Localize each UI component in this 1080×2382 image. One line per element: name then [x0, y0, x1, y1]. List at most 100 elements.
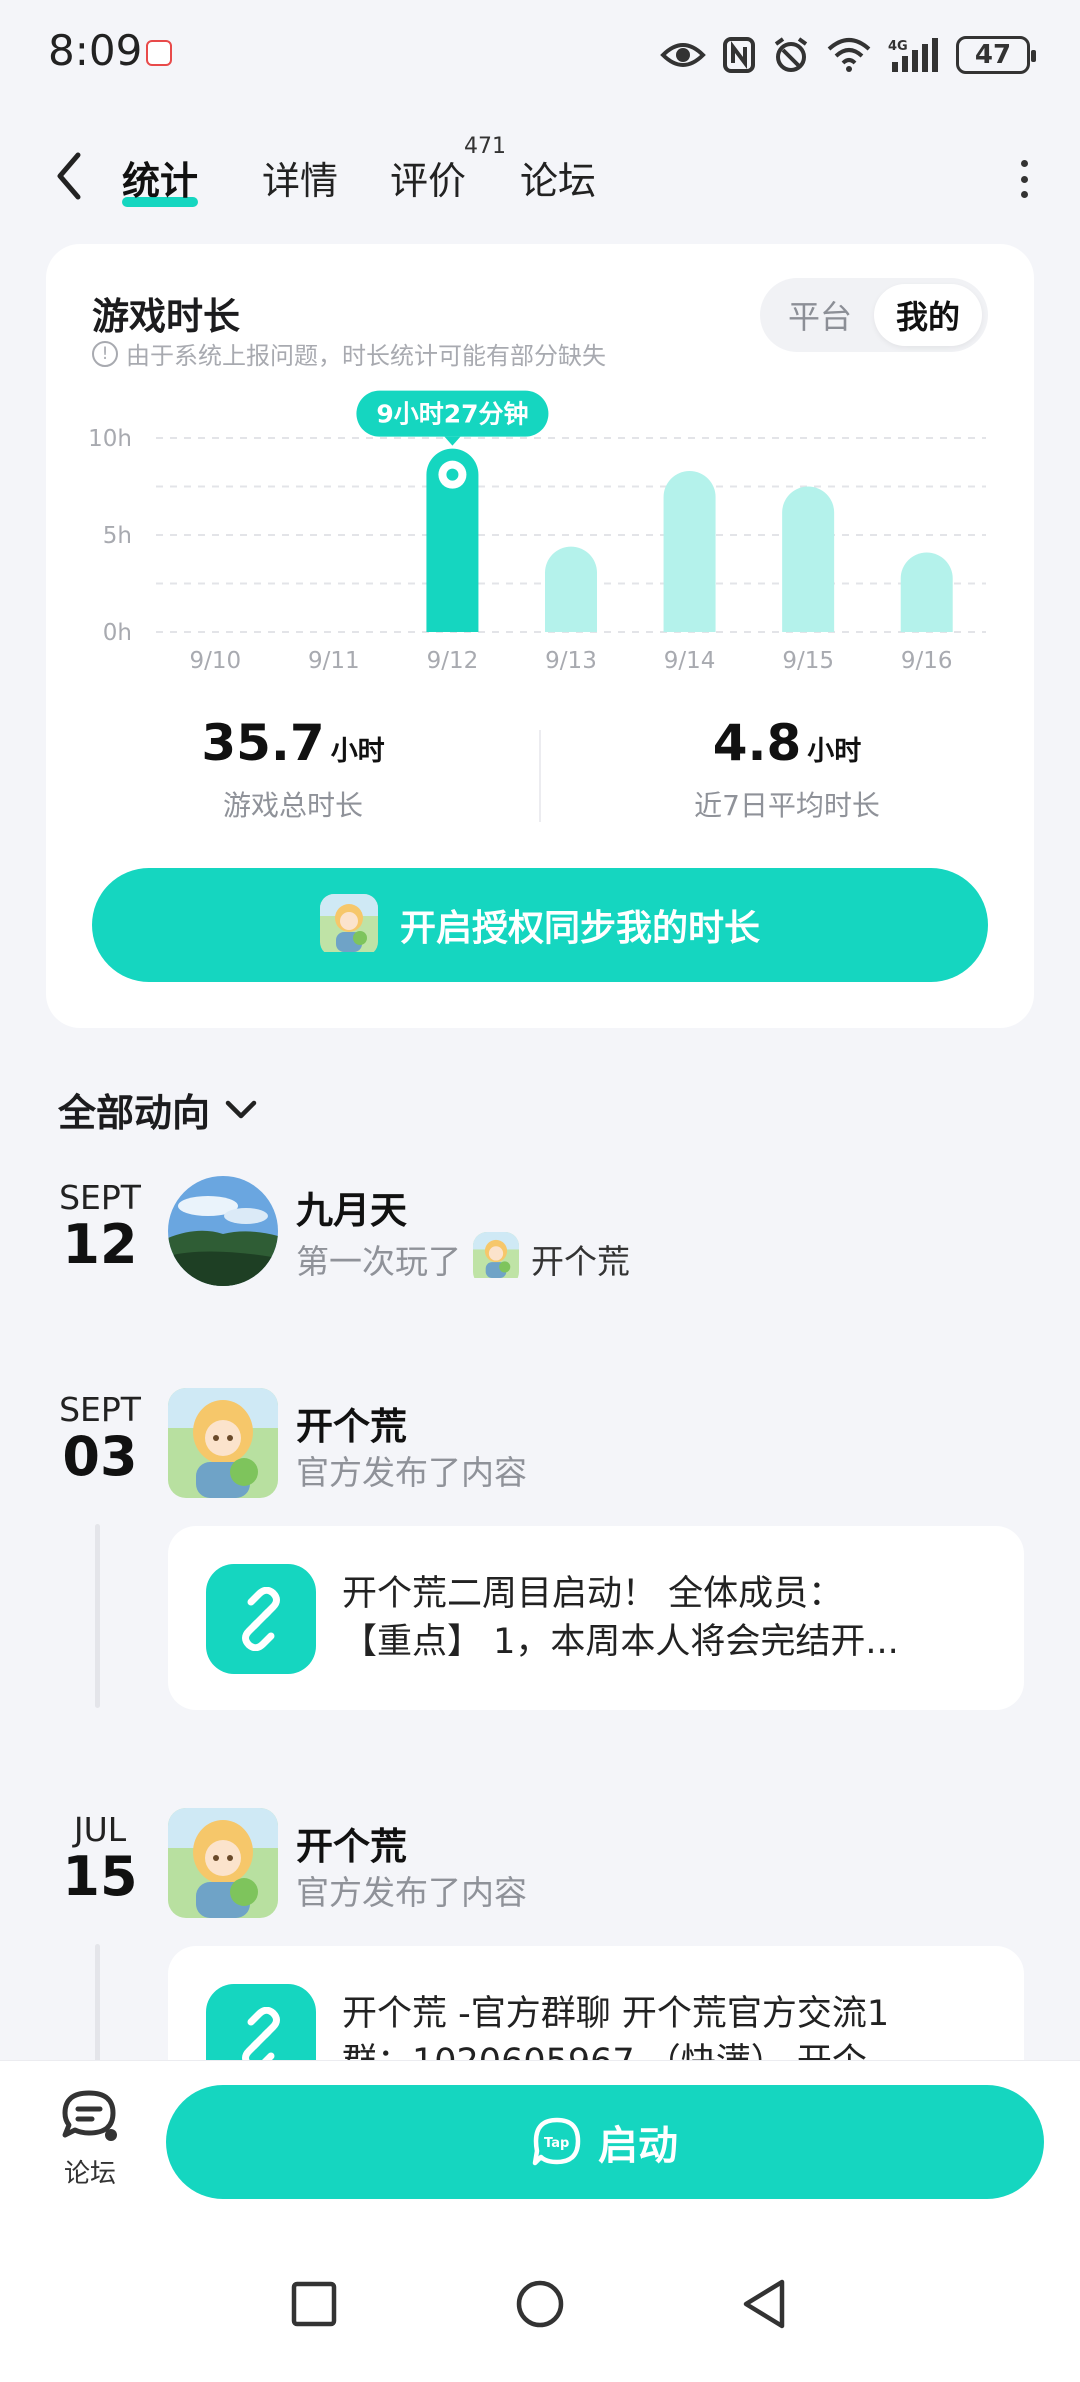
- chart-y-tick: 10h: [88, 426, 132, 452]
- chart-bar-marker-dot: [446, 468, 459, 481]
- feed-item-description: 官方发布了内容: [296, 1446, 527, 1494]
- chart-x-tick: 9/12: [427, 648, 479, 674]
- chevron-down-icon: [225, 1100, 257, 1118]
- chart-y-tick: 0h: [103, 620, 132, 646]
- chart-x-tick: 9/15: [782, 648, 834, 674]
- feed-filter-label: 全部动向: [58, 1091, 211, 1135]
- home-button[interactable]: [500, 2264, 580, 2344]
- feed-item-description: 官方发布了内容: [296, 1866, 527, 1914]
- chart-x-tick: 9/16: [901, 648, 953, 674]
- svg-text:Tap: Tap: [544, 2136, 569, 2151]
- feed-date-month: JUL: [73, 1810, 127, 1849]
- launch-button-label: 启动: [598, 2123, 678, 2169]
- avatar[interactable]: [168, 1388, 278, 1498]
- avatar[interactable]: [168, 1808, 278, 1918]
- info-icon: !: [92, 340, 118, 367]
- link-icon: [206, 1564, 316, 1674]
- feed-date-month: SEPT: [59, 1178, 141, 1217]
- chart-x-tick: 9/11: [308, 648, 360, 674]
- reviews-count-badge: 471: [464, 134, 506, 159]
- total-time-block: 35.7 小时 游戏总时长: [46, 714, 540, 824]
- alarm-icon: [774, 37, 808, 72]
- feed-user-name[interactable]: 九月天: [296, 1180, 407, 1234]
- system-nav-bar: [0, 2220, 1080, 2382]
- feed-action-text: 官方发布了内容: [296, 1873, 527, 1912]
- total-time-label: 游戏总时长: [222, 789, 363, 822]
- chart-x-tick: 9/13: [545, 648, 597, 674]
- card-title: 游戏时长: [92, 295, 240, 338]
- triangle-back-icon: [743, 2279, 785, 2329]
- source-toggle: 平台 我的: [760, 278, 988, 352]
- tab-reviews-label: 评价: [390, 159, 467, 203]
- back-nav-button[interactable]: [724, 2264, 804, 2344]
- tab-details-label: 详情: [262, 159, 339, 203]
- play-time-chart: 0h 5h 10h 9/10 9/11 9小时27分钟 9/12 9/13 9/14 9/15 9/…: [88, 390, 986, 674]
- card-note-text: 由于系统上报问题，时长统计可能有部分缺失: [126, 342, 606, 370]
- status-bar: 8:09 4G 47: [0, 0, 1080, 110]
- svg-text:4G: 4G: [888, 39, 908, 54]
- forum-button[interactable]: 论坛: [40, 2089, 140, 2190]
- sync-playtime-button[interactable]: 开启授权同步我的时长: [92, 868, 988, 982]
- chart-tooltip-text: 9小时27分钟: [376, 400, 528, 429]
- timeline-line: [95, 1524, 100, 1708]
- chart-bar: [545, 546, 597, 632]
- chart-y-tick: 5h: [103, 523, 132, 549]
- toggle-platform[interactable]: 平台: [766, 284, 874, 346]
- total-time-unit: 小时: [330, 736, 385, 767]
- play-time-card: 游戏时长 ! 由于系统上报问题，时长统计可能有部分缺失 平台 我的 0h 5h 10…: [46, 244, 1034, 1028]
- feed-user-name[interactable]: 开个荒: [296, 1816, 407, 1870]
- nfc-icon: [723, 37, 755, 73]
- feed-action-text: 官方发布了内容: [296, 1453, 527, 1492]
- average-time-label: 近7日平均时长: [694, 789, 880, 822]
- eye-icon: [660, 43, 706, 67]
- forum-button-label: 论坛: [63, 2159, 116, 2189]
- total-time-value: 35.7: [201, 714, 325, 772]
- game-icon: [473, 1232, 519, 1286]
- more-dot-icon: [1020, 160, 1028, 167]
- more-options-button[interactable]: [1004, 154, 1044, 204]
- avatar[interactable]: [168, 1176, 278, 1286]
- bottom-action-bar: 论坛 Tap 启动: [0, 2060, 1080, 2220]
- chart-bar: [782, 486, 835, 632]
- post-line-1: 开个荒 -官方群聊 开个荒官方交流1: [342, 1994, 890, 2034]
- chart-tooltip-arrow: [444, 436, 461, 446]
- tab-forum-label: 论坛: [520, 159, 597, 203]
- feed-game-name[interactable]: 开个荒: [531, 1235, 630, 1283]
- average-time-block: 4.8 小时 近7日平均时长: [540, 714, 1034, 824]
- chart-bar: [663, 470, 716, 632]
- chat-bubble-icon: [62, 2090, 117, 2141]
- feed-date: JUL 15: [40, 1810, 160, 1906]
- back-button[interactable]: [44, 146, 94, 206]
- feed-user-name[interactable]: 开个荒: [296, 1396, 407, 1450]
- feed-date-day: 12: [62, 1213, 138, 1276]
- post-card[interactable]: 开个荒二周目启动！ 全体成员： 【重点】 1，本周本人将会完结开...: [168, 1526, 1024, 1710]
- sync-playtime-label: 开启授权同步我的时长: [399, 908, 760, 949]
- tab-forum[interactable]: 论坛: [520, 150, 596, 205]
- feed-date-day: 03: [62, 1425, 138, 1488]
- feed-date-month: SEPT: [59, 1390, 141, 1429]
- tab-reviews[interactable]: 评价: [390, 150, 466, 205]
- toggle-mine[interactable]: 我的: [874, 284, 982, 346]
- feed-filter-dropdown[interactable]: 全部动向: [58, 1082, 258, 1137]
- tab-details[interactable]: 详情: [262, 150, 338, 205]
- notification-app-icon: [146, 40, 172, 66]
- chevron-left-icon: [57, 152, 81, 200]
- tab-stats[interactable]: 统计: [122, 150, 199, 207]
- status-icons: 4G 47: [660, 30, 1036, 80]
- circle-icon: [516, 2280, 564, 2328]
- battery-indicator: 47: [956, 36, 1036, 74]
- chart-x-tick: 9/10: [189, 648, 241, 674]
- top-nav: 统计 详情 评价 471 论坛: [0, 120, 1080, 230]
- recent-apps-button[interactable]: [274, 2264, 354, 2344]
- launch-button[interactable]: Tap 启动: [166, 2085, 1044, 2199]
- average-time-value: 4.8: [712, 714, 802, 772]
- feed-date: SEPT 12: [40, 1178, 160, 1274]
- post-line-1: 开个荒二周目启动！ 全体成员：: [342, 1574, 844, 1614]
- average-time-unit: 小时: [807, 736, 862, 767]
- post-preview-text: 开个荒二周目启动！ 全体成员： 【重点】 1，本周本人将会完结开...: [342, 1570, 992, 1666]
- square-icon: [291, 2281, 337, 2327]
- tab-stats-label: 统计: [122, 159, 199, 203]
- feed-item-description: 第一次玩了 开个荒: [296, 1232, 630, 1286]
- chart-bar: [900, 552, 953, 632]
- cellular-signal-icon: 4G: [888, 38, 938, 72]
